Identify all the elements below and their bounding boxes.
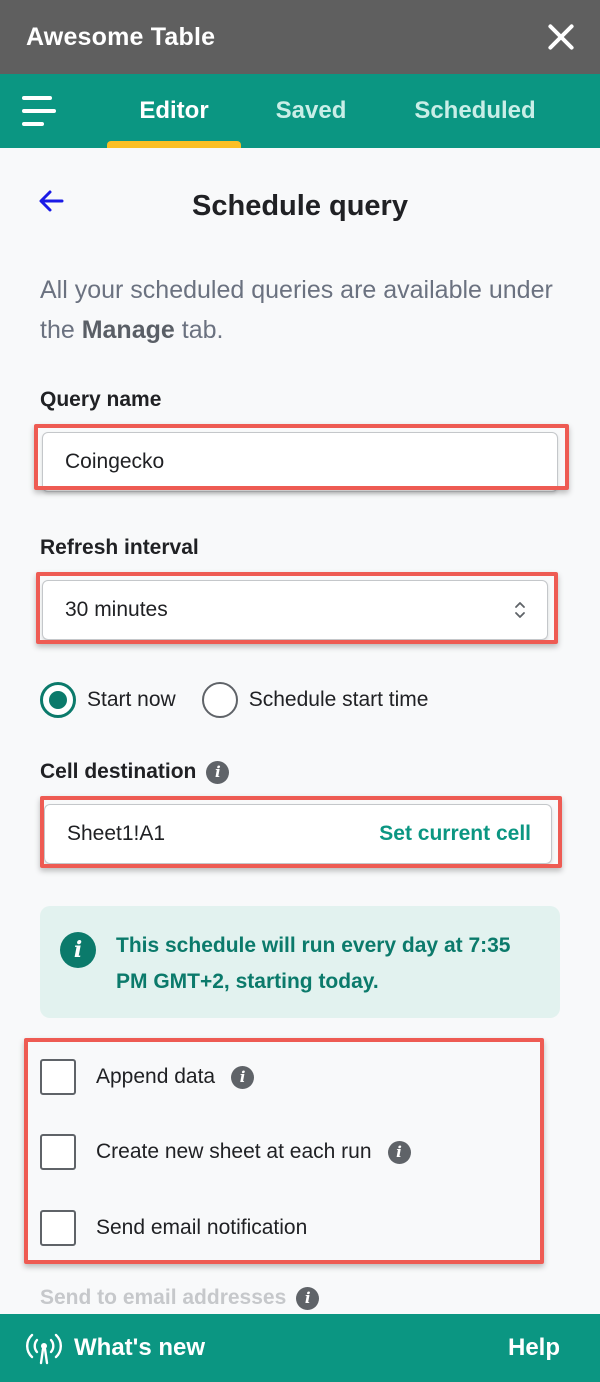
schedule-notice: i This schedule will run every day at 7:…: [40, 906, 560, 1018]
send-email-label: Send email notification: [96, 1216, 308, 1239]
tab-saved[interactable]: Saved: [254, 74, 368, 148]
cell-destination-label: Cell destination i: [40, 760, 230, 784]
menu-icon[interactable]: [22, 96, 56, 126]
nav-bar: Editor Saved Scheduled: [0, 74, 600, 148]
append-data-option: Append data i: [40, 1059, 255, 1095]
info-icon[interactable]: i: [387, 1140, 411, 1164]
create-new-sheet-checkbox[interactable]: [40, 1134, 76, 1170]
title-bar: Awesome Table: [0, 0, 600, 74]
schedule-notice-text: This schedule will run every day at 7:35…: [116, 934, 511, 993]
footer-bar: What's new Help: [0, 1314, 600, 1382]
refresh-interval-label: Refresh interval: [40, 536, 199, 559]
create-new-sheet-option: Create new sheet at each run i: [40, 1134, 411, 1170]
create-new-sheet-label: Create new sheet at each run: [96, 1140, 372, 1163]
whats-new-button[interactable]: What's new: [26, 1330, 205, 1366]
select-chevrons-icon: [515, 602, 525, 618]
email-addresses-label: Send to email addresses i: [40, 1286, 320, 1310]
help-button[interactable]: Help: [508, 1334, 560, 1362]
info-icon: i: [60, 932, 96, 968]
send-email-option: Send email notification: [40, 1210, 307, 1246]
close-icon[interactable]: [546, 22, 576, 52]
append-data-label: Append data: [96, 1065, 216, 1088]
query-name-label: Query name: [40, 388, 162, 411]
schedule-start-time-radio[interactable]: [201, 682, 238, 718]
query-name-input[interactable]: Coingecko: [42, 432, 558, 492]
app-title: Awesome Table: [26, 22, 216, 51]
start-now-label: Start now: [87, 688, 176, 711]
schedule-start-time-label: Schedule start time: [248, 688, 429, 711]
start-now-radio[interactable]: [40, 682, 76, 718]
cell-destination-input[interactable]: Sheet1!A1 Set current cell: [44, 804, 552, 864]
refresh-interval-select[interactable]: 30 minutes: [42, 580, 548, 640]
broadcast-icon: [26, 1333, 62, 1365]
manage-tab-mention: Manage: [81, 316, 175, 344]
intro-text: All your scheduled queries are available…: [40, 276, 553, 344]
info-icon[interactable]: i: [296, 1286, 320, 1310]
start-options: Start now Schedule start time: [40, 682, 454, 718]
info-icon[interactable]: i: [231, 1065, 255, 1089]
append-data-checkbox[interactable]: [40, 1059, 76, 1095]
tab-scheduled[interactable]: Scheduled: [392, 74, 558, 148]
set-current-cell-button[interactable]: Set current cell: [379, 822, 531, 846]
tab-editor[interactable]: Editor: [107, 74, 241, 148]
send-email-checkbox[interactable]: [40, 1210, 76, 1246]
whats-new-label: What's new: [74, 1334, 206, 1361]
page-title: Schedule query: [192, 190, 408, 222]
info-icon[interactable]: i: [206, 760, 230, 784]
